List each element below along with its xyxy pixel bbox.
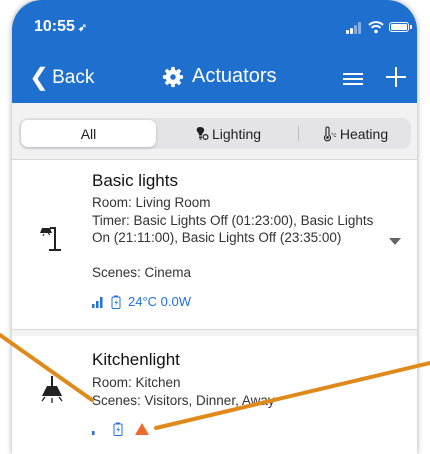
battery-icon (389, 22, 412, 32)
tab-heating-label: Heating (339, 125, 389, 142)
signal-strength-icon (92, 431, 95, 435)
pendant-lamp-icon (41, 376, 63, 403)
device-status-row (92, 422, 157, 436)
device-card[interactable]: Basic lights Room: Living Room Timer: Ba… (12, 160, 417, 330)
battery-status-icon (111, 295, 121, 309)
segmented-control: All Lighting °c Heating (19, 118, 411, 149)
back-label: Back (52, 67, 95, 88)
device-name: Kitchenlight (92, 350, 180, 369)
add-icon[interactable] (384, 65, 408, 89)
title-text: Actuators (192, 65, 277, 87)
page-title: Actuators (162, 65, 276, 88)
device-timer: Timer: Basic Lights Off (01:23:00), Basi… (92, 213, 374, 245)
device-name: Basic lights (92, 171, 178, 190)
device-room: Room: Living Room (92, 195, 211, 210)
device-scenes: Scenes: Visitors, Dinner, Away (92, 393, 275, 408)
wifi-icon (368, 21, 384, 34)
gear-icon (162, 66, 184, 87)
tab-heating[interactable]: °c Heating (300, 118, 410, 149)
battery-status-icon (113, 422, 123, 436)
device-room: Room: Kitchen (92, 375, 181, 390)
device-scenes: Scenes: Cinema (92, 265, 192, 280)
desk-lamp-icon (40, 227, 61, 251)
tab-all[interactable]: All (21, 118, 156, 149)
device-status-row: 24°C 0.0W (92, 294, 191, 309)
location-arrow-icon: ➶ (77, 22, 88, 34)
lightbulb-icon (196, 126, 209, 140)
tab-lighting[interactable]: Lighting (159, 118, 297, 149)
status-bar: 10:55 ➶ (12, 0, 417, 48)
menu-icon[interactable] (342, 68, 364, 90)
device-readings: 24°C 0.0W (128, 294, 192, 309)
tab-all-label: All (80, 125, 97, 142)
segment-divider (298, 126, 299, 141)
tab-lighting-label: Lighting (211, 125, 262, 142)
filter-bar: All Lighting °c Heating (12, 103, 417, 160)
device-card[interactable]: Kitchenlight Room: Kitchen Scenes: Visit… (12, 336, 417, 454)
svg-text:°c: °c (331, 133, 336, 139)
phone-screen: 10:55 ➶ ❮ Back Actuators All Lighting °c… (12, 0, 417, 454)
nav-bar: ❮ Back Actuators (12, 62, 417, 100)
chevron-left-icon: ❮ (29, 64, 50, 91)
status-time: 10:55 ➶ (34, 18, 88, 35)
warning-icon (135, 423, 149, 435)
thermometer-icon: °c (323, 126, 336, 141)
signal-strength-icon (92, 296, 103, 308)
app-header: 10:55 ➶ ❮ Back Actuators (12, 0, 417, 103)
back-button[interactable]: ❮ Back (29, 66, 94, 90)
chevron-down-icon[interactable] (388, 236, 402, 246)
cellular-signal-icon (346, 22, 362, 34)
